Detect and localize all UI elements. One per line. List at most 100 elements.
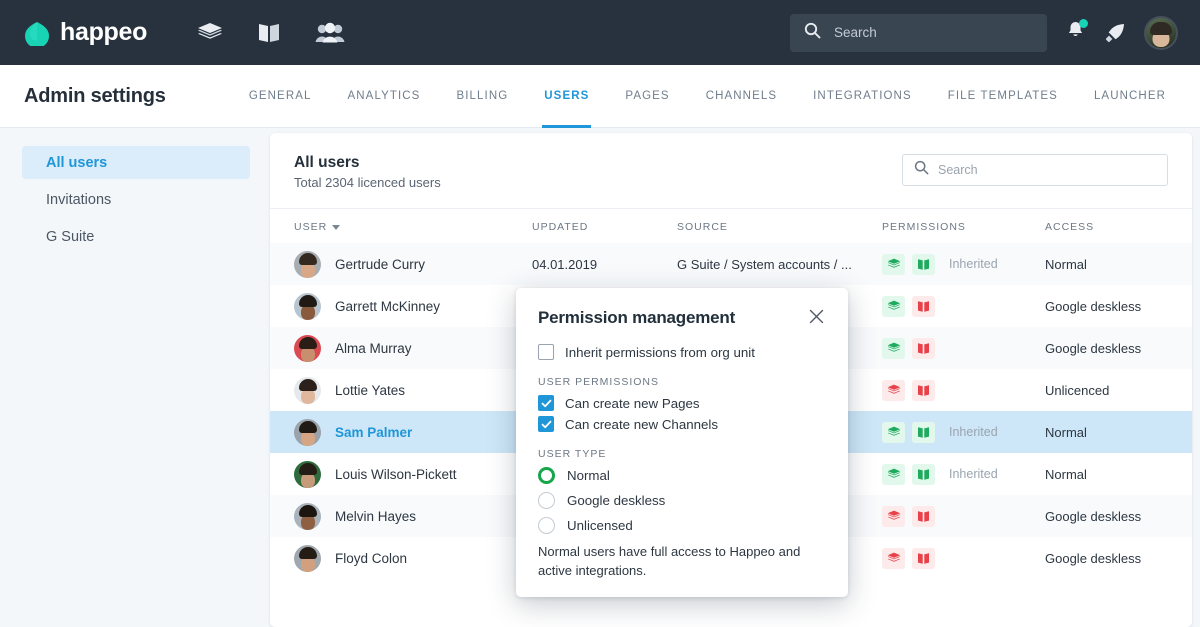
access-cell: Normal (1045, 424, 1087, 440)
tab-pages[interactable]: PAGES (607, 65, 687, 127)
channels-book-icon (918, 258, 929, 270)
top-navigation-bar: happeo (0, 0, 1200, 65)
people-icon[interactable] (315, 22, 345, 44)
channels-book-icon[interactable] (257, 22, 281, 44)
access-cell: Google deskless (1045, 340, 1142, 356)
users-search[interactable] (902, 154, 1168, 186)
permission-channels-chip[interactable] (912, 253, 935, 275)
pages-layers-icon (887, 342, 900, 352)
tab-analytics[interactable]: ANALYTICS (330, 65, 439, 127)
user-type-normal-radio[interactable] (538, 467, 555, 484)
tab-general[interactable]: GENERAL (231, 65, 330, 127)
user-type-normal-label: Normal (567, 468, 610, 483)
table-row[interactable]: Gertrude Curry 04.01.2019 G Suite / Syst… (270, 243, 1192, 285)
search-icon (914, 160, 929, 180)
column-header-updated[interactable]: UPDATED (532, 221, 677, 233)
pages-layers-icon (887, 258, 900, 268)
inherit-permissions-checkbox[interactable] (538, 344, 554, 360)
permissions-cell[interactable]: Inherited (882, 421, 1045, 443)
permission-channels-chip[interactable] (912, 295, 935, 317)
permissions-cell[interactable] (882, 295, 1045, 317)
user-type-google-deskless-row[interactable]: Google deskless (538, 492, 826, 509)
sidebar-item-invitations[interactable]: Invitations (22, 183, 250, 216)
user-cell: Sam Palmer (294, 418, 532, 446)
user-name: Lottie Yates (335, 382, 406, 398)
permission-pages-chip[interactable] (882, 547, 905, 569)
permissions-cell[interactable]: Inherited (882, 253, 1045, 275)
user-type-google-deskless-label: Google deskless (567, 493, 666, 508)
permission-channels-chip[interactable] (912, 547, 935, 569)
permissions-cell[interactable] (882, 337, 1045, 359)
pages-layers-icon (887, 426, 900, 436)
permission-channels-chip[interactable] (912, 505, 935, 527)
main-body: All users Invitations G Suite All users … (0, 128, 1200, 627)
permission-pages-chip[interactable] (882, 337, 905, 359)
sidebar-item-g-suite[interactable]: G Suite (22, 220, 250, 253)
tab-billing[interactable]: BILLING (438, 65, 526, 127)
table-header-row: USER UPDATED SOURCE PERMISSIONS ACCESS (270, 211, 1192, 243)
permission-pages-chip[interactable] (882, 253, 905, 275)
launcher-rocket-button[interactable] (1104, 22, 1126, 44)
permission-channels-chip[interactable] (912, 379, 935, 401)
card-subtitle: Total 2304 licenced users (294, 175, 441, 190)
permissions-cell[interactable]: Inherited (882, 463, 1045, 485)
brand-logo[interactable]: happeo (24, 18, 147, 48)
pages-layers-icon (887, 300, 900, 310)
permission-channels-chip[interactable] (912, 421, 935, 443)
user-cell: Floyd Colon (294, 544, 532, 572)
tab-file-templates[interactable]: FILE TEMPLATES (930, 65, 1076, 127)
column-header-user[interactable]: USER (294, 221, 532, 233)
permissions-cell[interactable] (882, 547, 1045, 569)
user-type-unlicensed-row[interactable]: Unlicensed (538, 517, 826, 534)
column-header-permissions[interactable]: PERMISSIONS (882, 221, 1045, 233)
tab-channels[interactable]: CHANNELS (688, 65, 795, 127)
card-title: All users (294, 154, 360, 171)
happeo-logo-icon (24, 20, 50, 48)
permission-pages-chip[interactable] (882, 421, 905, 443)
permission-pages-chip[interactable] (882, 295, 905, 317)
user-name: Floyd Colon (335, 550, 408, 566)
channels-book-icon (918, 300, 929, 312)
channels-book-icon (918, 552, 929, 564)
close-icon[interactable] (807, 308, 826, 328)
permission-channels-chip[interactable] (912, 337, 935, 359)
inherited-label: Inherited (949, 257, 998, 271)
user-type-unlicensed-radio[interactable] (538, 517, 555, 534)
channels-book-icon (918, 342, 929, 354)
user-avatar[interactable] (1144, 15, 1178, 50)
column-header-source[interactable]: SOURCE (677, 221, 882, 233)
permissions-cell[interactable] (882, 505, 1045, 527)
permission-pages-chip[interactable] (882, 379, 905, 401)
pages-layers-icon[interactable] (197, 22, 223, 44)
inherit-permissions-row[interactable]: Inherit permissions from org unit (538, 344, 826, 360)
permission-pages-chip[interactable] (882, 463, 905, 485)
permission-channels-chip[interactable] (912, 463, 935, 485)
user-type-normal-row[interactable]: Normal (538, 467, 826, 484)
can-create-pages-checkbox[interactable] (538, 395, 554, 411)
sort-caret-down-icon[interactable] (332, 224, 341, 230)
column-header-access[interactable]: ACCESS (1045, 221, 1168, 233)
permissions-cell[interactable] (882, 379, 1045, 401)
permission-pages-chip[interactable] (882, 505, 905, 527)
sidebar-item-all-users[interactable]: All users (22, 146, 250, 179)
notifications-button[interactable] (1065, 18, 1088, 46)
can-create-channels-checkbox[interactable] (538, 416, 554, 432)
global-search[interactable] (790, 13, 1047, 52)
tab-launcher[interactable]: LAUNCHER (1076, 65, 1184, 127)
tab-integrations[interactable]: INTEGRATIONS (795, 65, 930, 127)
can-create-channels-row[interactable]: Can create new Channels (538, 416, 826, 432)
user-cell: Louis Wilson-Pickett (294, 460, 532, 488)
can-create-pages-label: Can create new Pages (565, 395, 700, 411)
user-type-google-deskless-radio[interactable] (538, 492, 555, 509)
user-type-unlicensed-label: Unlicensed (567, 518, 633, 533)
users-search-input[interactable] (938, 163, 1156, 177)
avatar (294, 334, 321, 362)
inherited-label: Inherited (949, 467, 998, 481)
top-nav-icons (197, 22, 345, 44)
avatar (294, 292, 321, 320)
tab-users[interactable]: USERS (526, 65, 607, 128)
global-search-input[interactable] (834, 25, 1033, 40)
channels-book-icon (918, 468, 929, 480)
can-create-pages-row[interactable]: Can create new Pages (538, 395, 826, 411)
access-cell: Google deskless (1045, 550, 1142, 566)
